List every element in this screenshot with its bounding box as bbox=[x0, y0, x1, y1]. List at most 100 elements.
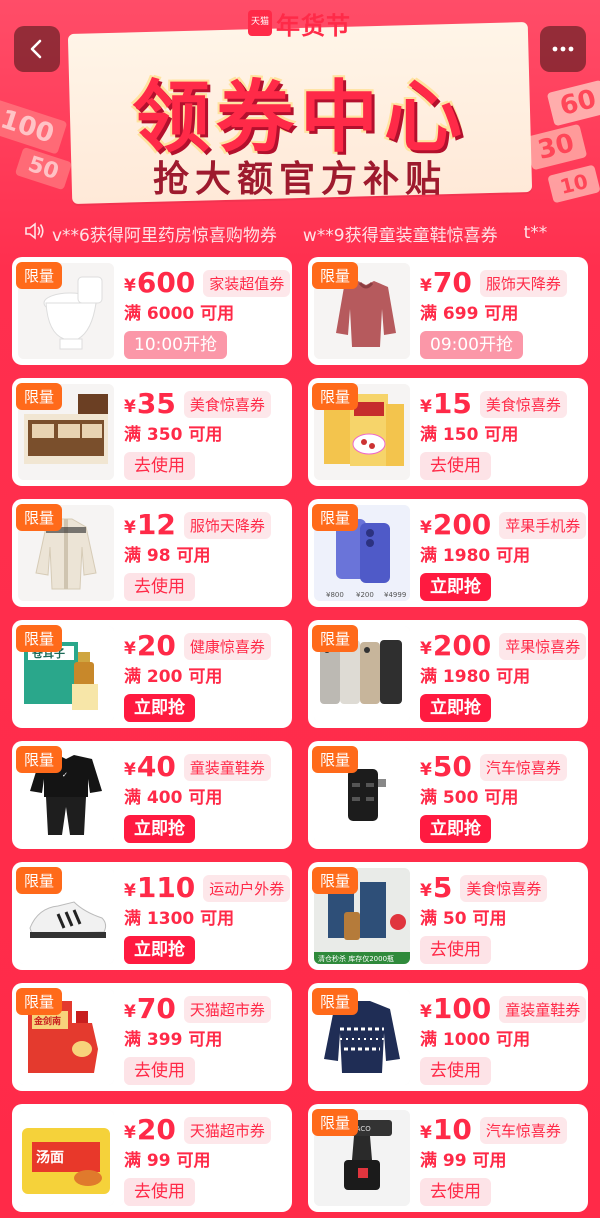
coupon-condition: 满 1980 可用 bbox=[420, 667, 531, 687]
currency-symbol: ¥ bbox=[124, 518, 136, 538]
coupon-condition: 满 99 可用 bbox=[420, 1151, 507, 1171]
coupon-action-button[interactable]: 立即抢 bbox=[420, 573, 491, 601]
coupon-condition: 满 500 可用 bbox=[420, 788, 519, 808]
coupon-type: 汽车惊喜券 bbox=[479, 1116, 567, 1144]
coupon-condition: 满 1000 可用 bbox=[420, 1030, 531, 1050]
limited-badge: 限量 bbox=[312, 262, 359, 289]
currency-symbol: ¥ bbox=[124, 639, 136, 659]
currency-symbol: ¥ bbox=[420, 1123, 432, 1143]
winner-ticker: v**6获得阿里药房惊喜购物券 w**9获得童装童鞋惊喜券 t** bbox=[0, 215, 600, 251]
coupon-amount: 200 bbox=[432, 629, 492, 662]
coupon-amount: 70 bbox=[432, 266, 472, 299]
currency-symbol: ¥ bbox=[124, 1123, 136, 1143]
coupon-card[interactable]: 金剑南 限量 ¥ 70 天猫超市券 满 399 可用 去使用 bbox=[12, 983, 292, 1091]
svg-text:金剑南: 金剑南 bbox=[33, 1015, 61, 1027]
coupon-card[interactable]: 限量 ¥ 70 服饰天降券 满 699 可用 09:00开抢 bbox=[308, 257, 588, 365]
ticker-item: v**6获得阿里药房惊喜购物券 bbox=[52, 225, 277, 246]
coupon-type: 童装童鞋券 bbox=[183, 753, 271, 781]
coupon-card[interactable]: 限量 ¥ 110 运动户外券 满 1300 可用 立即抢 bbox=[12, 862, 292, 970]
coupon-type: 苹果惊喜券 bbox=[499, 632, 587, 660]
coupon-amount: 5 bbox=[432, 871, 453, 904]
limited-badge: 限量 bbox=[312, 746, 359, 773]
page-subtitle: 抢大额官方补贴 bbox=[152, 159, 447, 200]
currency-symbol: ¥ bbox=[420, 397, 432, 417]
coupon-card[interactable]: 限量 ¥ 100 童装童鞋券 满 1000 可用 去使用 bbox=[308, 983, 588, 1091]
coupon-card[interactable]: 汤面 ¥ 20 天猫超市券 满 99 可用 去使用 bbox=[12, 1104, 292, 1212]
coupon-action-button[interactable]: 立即抢 bbox=[124, 936, 195, 964]
svg-text:✓: ✓ bbox=[62, 771, 68, 779]
coupon-type: 运动户外券 bbox=[203, 874, 291, 902]
coupon-card[interactable]: 限量 ¥ 50 汽车惊喜券 满 500 可用 立即抢 bbox=[308, 741, 588, 849]
coupon-card[interactable]: 限量 ¥ 600 家装超值券 满 6000 可用 10:00开抢 bbox=[12, 257, 292, 365]
coupon-action-button[interactable]: 09:00开抢 bbox=[420, 331, 523, 359]
currency-symbol: ¥ bbox=[124, 881, 136, 901]
coupon-action-button[interactable]: 去使用 bbox=[124, 1178, 195, 1206]
coupon-type: 天猫超市券 bbox=[183, 1116, 271, 1144]
svg-text:¥4999: ¥4999 bbox=[384, 591, 406, 599]
limited-badge: 限量 bbox=[16, 504, 63, 531]
coupon-action-button[interactable]: 立即抢 bbox=[420, 815, 491, 843]
coupon-action-button[interactable]: 去使用 bbox=[124, 573, 195, 601]
limited-badge: 限量 bbox=[16, 383, 63, 410]
limited-badge: 限量 bbox=[312, 1109, 359, 1136]
coupon-condition: 满 1300 可用 bbox=[124, 909, 235, 929]
coupon-card[interactable]: 限量 ¥ 200 苹果惊喜券 满 1980 可用 立即抢 bbox=[308, 620, 588, 728]
coupon-card[interactable]: 苍耳子 限量 ¥ 20 健康惊喜券 满 200 可用 立即抢 bbox=[12, 620, 292, 728]
coupon-action-button[interactable]: 去使用 bbox=[124, 452, 195, 480]
coupon-action-button[interactable]: 去使用 bbox=[420, 452, 491, 480]
coupon-action-button[interactable]: 立即抢 bbox=[420, 694, 491, 722]
currency-symbol: ¥ bbox=[420, 760, 432, 780]
coupon-amount: 12 bbox=[136, 508, 176, 541]
limited-badge: 限量 bbox=[16, 625, 63, 652]
currency-symbol: ¥ bbox=[124, 1002, 136, 1022]
coupon-amount: 110 bbox=[136, 871, 196, 904]
coupon-card[interactable]: ¥800 ¥200 ¥4999 限量 ¥ 200 苹果手机券 满 1980 可用 立… bbox=[308, 499, 588, 607]
tmall-logo: 天猫 bbox=[248, 10, 272, 36]
coupon-action-button[interactable]: 去使用 bbox=[124, 1057, 195, 1085]
coupon-card[interactable]: ✓ 限量 ¥ 40 童装童鞋券 满 400 可用 立即抢 bbox=[12, 741, 292, 849]
coupon-amount: 35 bbox=[136, 387, 176, 420]
coupon-amount: 600 bbox=[136, 266, 196, 299]
currency-symbol: ¥ bbox=[124, 276, 136, 296]
coupon-action-button[interactable]: 立即抢 bbox=[124, 815, 195, 843]
coupon-type: 家装超值券 bbox=[203, 269, 291, 297]
coupon-type: 天猫超市券 bbox=[183, 995, 271, 1023]
limited-badge: 限量 bbox=[312, 504, 359, 531]
coupon-card[interactable]: 限量 ¥ 12 服饰天降券 满 98 可用 去使用 bbox=[12, 499, 292, 607]
festival-badge: 天猫 年货节 bbox=[248, 4, 351, 42]
coupon-type: 服饰天降券 bbox=[183, 511, 271, 539]
coupon-action-button[interactable]: 去使用 bbox=[420, 1178, 491, 1206]
limited-badge: 限量 bbox=[312, 867, 359, 894]
coupon-action-button[interactable]: 去使用 bbox=[420, 1057, 491, 1085]
currency-symbol: ¥ bbox=[420, 276, 432, 296]
coupon-action-button[interactable]: 立即抢 bbox=[124, 694, 195, 722]
coupon-card[interactable]: 清仓秒杀 库存仅2000瓶 限量 ¥ 5 美食惊喜券 满 50 可用 去使用 bbox=[308, 862, 588, 970]
currency-symbol: ¥ bbox=[420, 518, 432, 538]
instant-noodles-image: 汤面 bbox=[18, 1110, 114, 1206]
coupon-card[interactable]: 限量 ¥ 35 美食惊喜券 满 350 可用 去使用 bbox=[12, 378, 292, 486]
coupon-type: 健康惊喜券 bbox=[183, 632, 271, 660]
coupon-type: 美食惊喜券 bbox=[183, 390, 271, 418]
coupon-condition: 满 6000 可用 bbox=[124, 304, 235, 324]
coupon-condition: 满 98 可用 bbox=[124, 546, 211, 566]
coupon-action-button[interactable]: 10:00开抢 bbox=[124, 331, 227, 359]
svg-text:清仓秒杀 库存仅2000瓶: 清仓秒杀 库存仅2000瓶 bbox=[318, 954, 394, 963]
svg-text:¥200: ¥200 bbox=[356, 591, 374, 599]
coupon-condition: 满 99 可用 bbox=[124, 1151, 211, 1171]
coupon-type: 美食惊喜券 bbox=[479, 390, 567, 418]
coupon-card[interactable]: LINKACO 限量 ¥ 10 汽车惊喜券 满 99 可用 去使用 bbox=[308, 1104, 588, 1212]
coupon-amount: 50 bbox=[432, 750, 472, 783]
currency-symbol: ¥ bbox=[124, 397, 136, 417]
coupon-type: 童装童鞋券 bbox=[499, 995, 587, 1023]
limited-badge: 限量 bbox=[312, 383, 359, 410]
coupon-type: 服饰天降券 bbox=[479, 269, 567, 297]
limited-badge: 限量 bbox=[16, 988, 63, 1015]
coupon-type: 苹果手机券 bbox=[499, 511, 587, 539]
coupon-action-button[interactable]: 去使用 bbox=[420, 936, 491, 964]
coupon-condition: 满 399 可用 bbox=[124, 1030, 223, 1050]
speaker-icon bbox=[24, 221, 46, 246]
coupon-card[interactable]: 限量 ¥ 15 美食惊喜券 满 150 可用 去使用 bbox=[308, 378, 588, 486]
coupon-amount: 10 bbox=[432, 1113, 472, 1146]
coupon-amount: 20 bbox=[136, 629, 176, 662]
coupon-amount: 15 bbox=[432, 387, 472, 420]
